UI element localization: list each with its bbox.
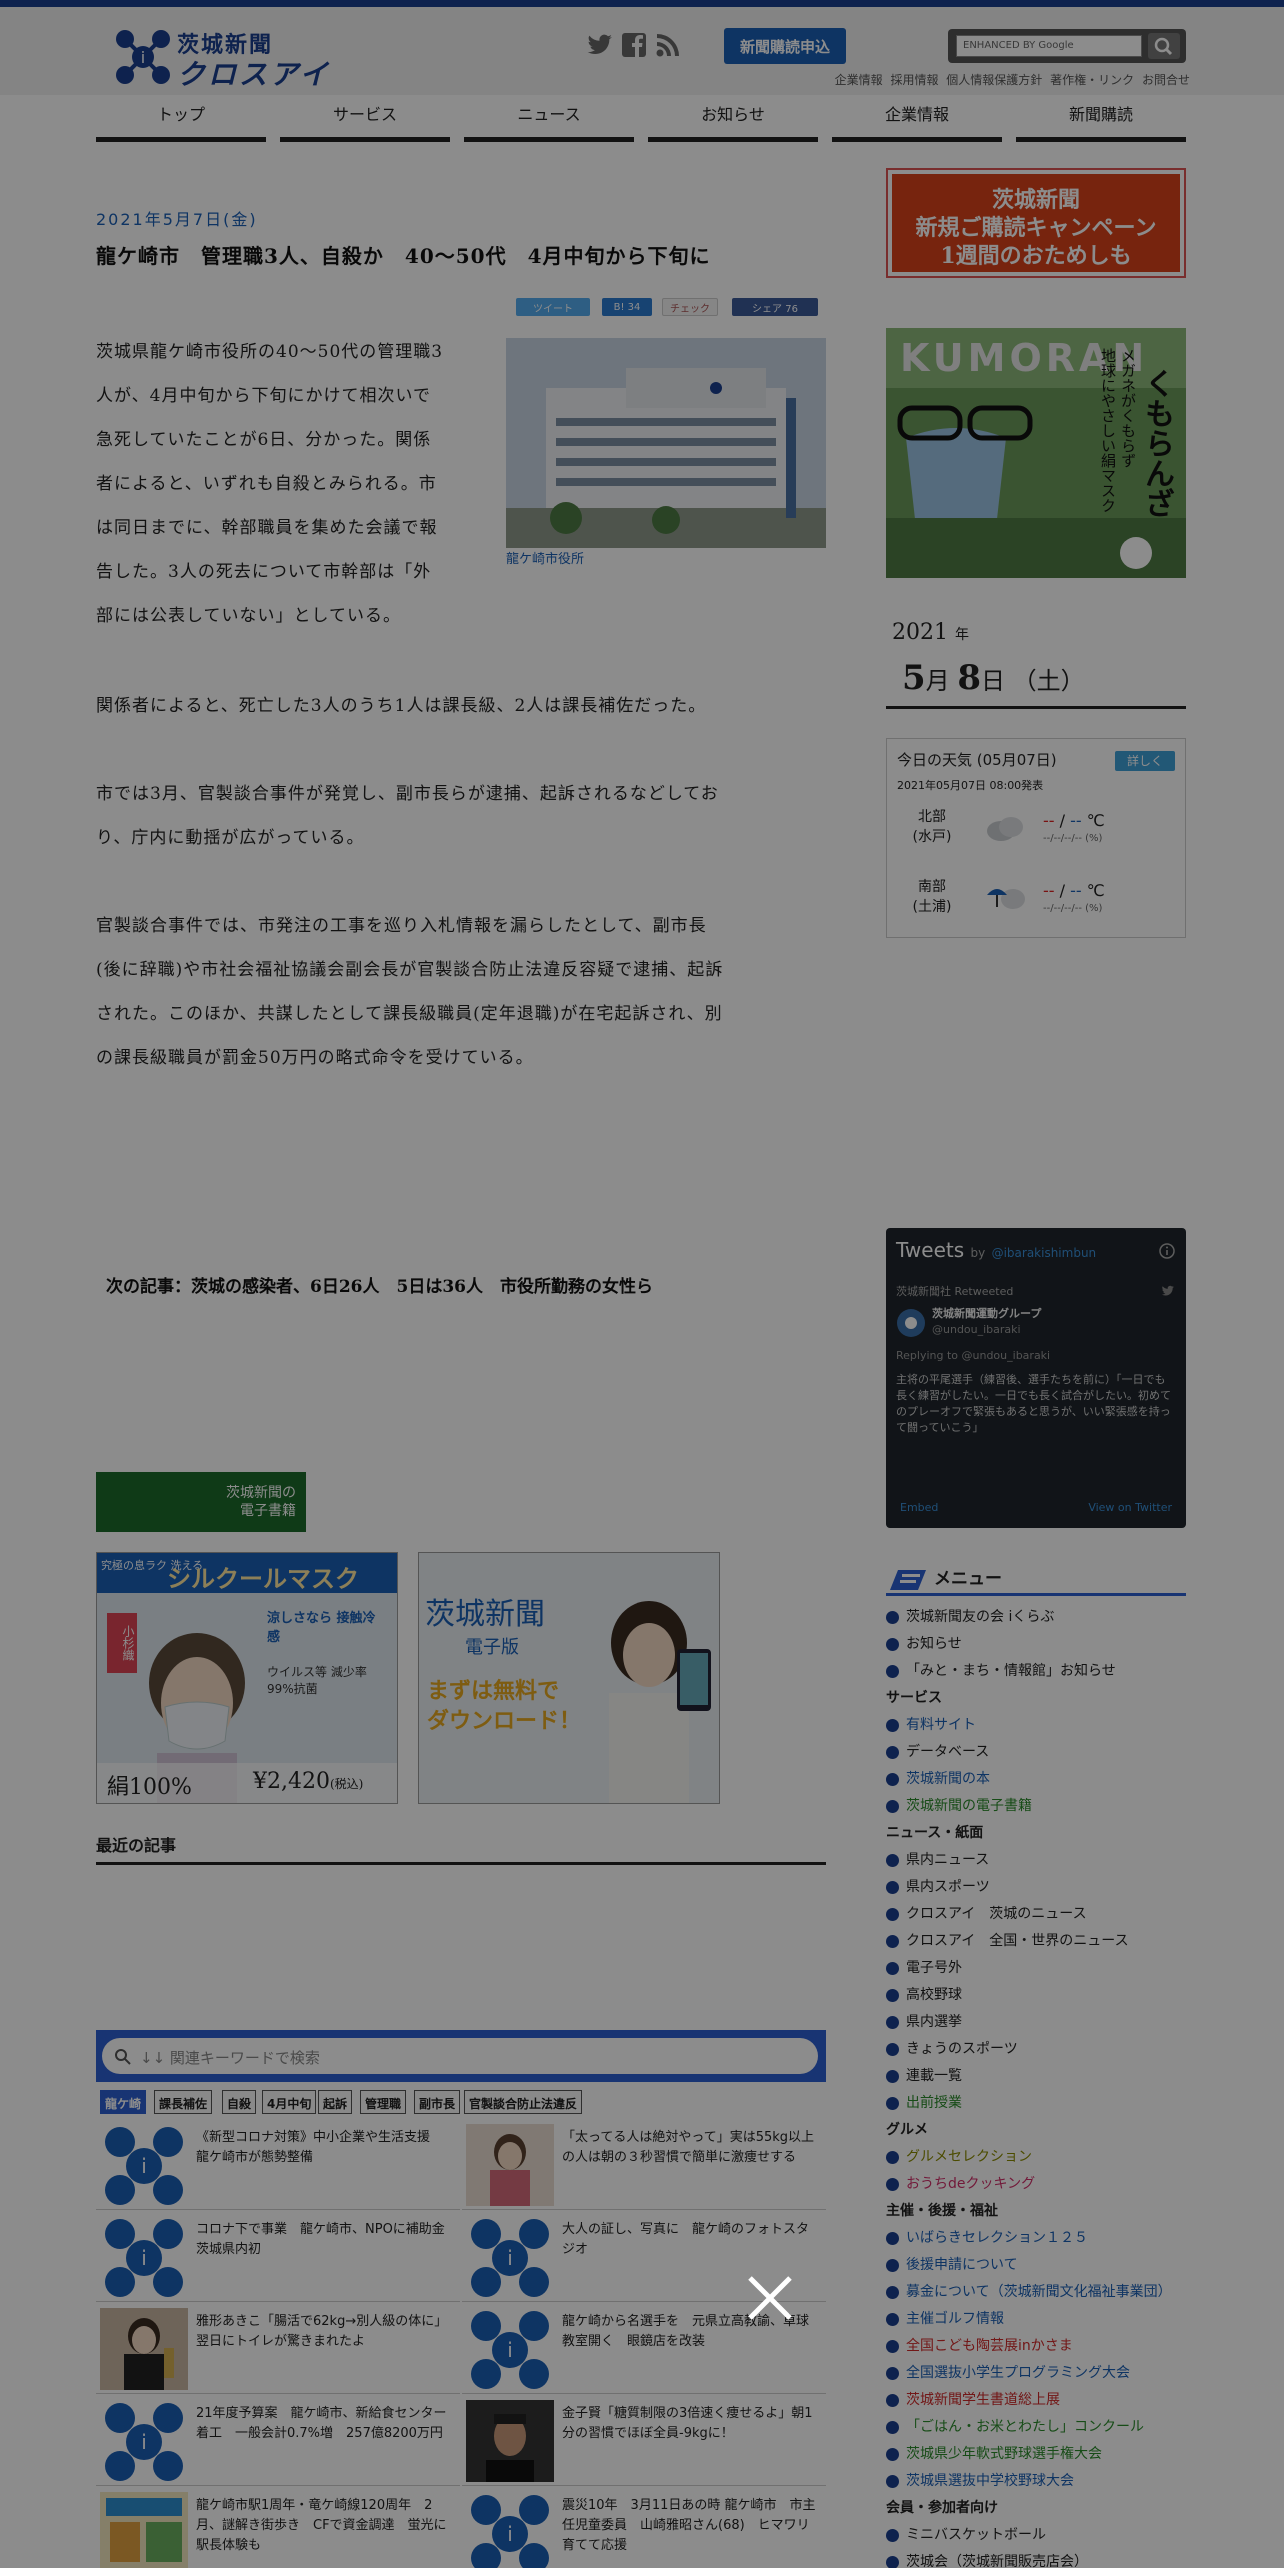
modal-overlay[interactable] bbox=[0, 0, 1284, 2568]
page: i 茨城新聞 クロスアイ 新聞購読申込 ENHANCED BY Google 企… bbox=[0, 0, 1284, 2568]
close-icon[interactable] bbox=[742, 2270, 798, 2326]
